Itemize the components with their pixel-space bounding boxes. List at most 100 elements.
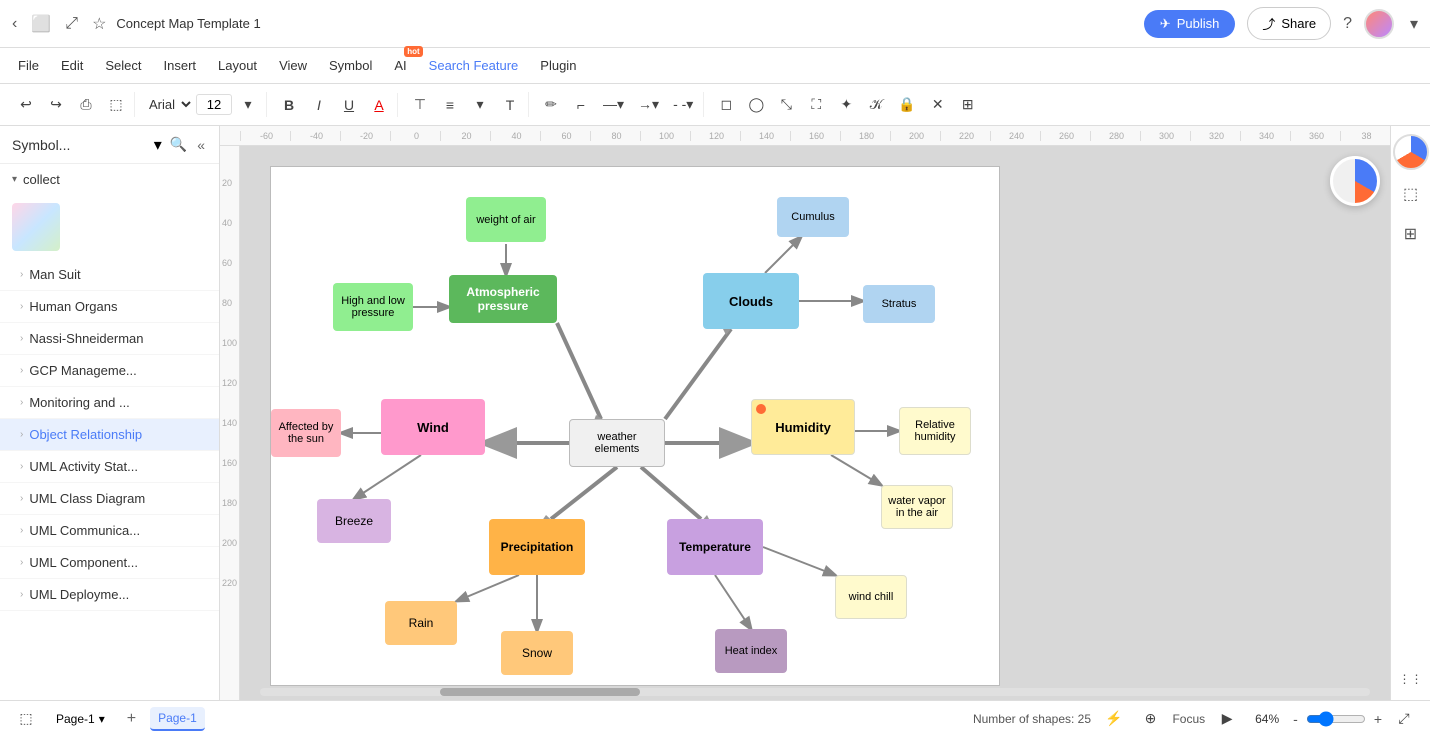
align-top-button[interactable]: ⊤ — [406, 92, 434, 117]
node-temperature[interactable]: Temperature — [667, 519, 763, 575]
menu-plugin[interactable]: Plugin — [530, 54, 586, 77]
node-humidity[interactable]: Humidity — [751, 399, 855, 455]
node-water-vapor[interactable]: water vapor in the air — [881, 485, 953, 529]
node-weight-air[interactable]: weight of air — [466, 197, 546, 242]
active-page-tab[interactable]: Page-1 — [150, 707, 205, 731]
zoom-slider[interactable] — [1306, 711, 1366, 727]
italic-button[interactable]: I — [305, 93, 333, 117]
color-circle[interactable] — [1393, 134, 1429, 170]
collect-section[interactable]: ▾ collect — [0, 164, 219, 195]
menu-symbol[interactable]: Symbol — [319, 54, 382, 77]
avatar[interactable] — [1364, 9, 1394, 39]
menu-select[interactable]: Select — [95, 54, 151, 77]
connector-tool[interactable]: ⌐ — [567, 93, 595, 117]
node-wind[interactable]: Wind — [381, 399, 485, 455]
menu-view[interactable]: View — [269, 54, 317, 77]
print-button[interactable]: ⎙ — [72, 92, 100, 117]
right-panel-btn3[interactable]: ⋮⋮ — [1393, 666, 1429, 692]
layers-button[interactable]: ⚡ — [1099, 706, 1128, 731]
window-icon[interactable]: ⬜ — [27, 10, 55, 38]
share-button[interactable]: ⤴ Share — [1247, 7, 1331, 40]
menu-file[interactable]: File — [8, 54, 49, 77]
canvas-scroll-area[interactable]: weight of air Atmospheric pressure High … — [240, 146, 1390, 700]
canvas-logo-button[interactable] — [1330, 156, 1380, 206]
resize-tool[interactable]: ⤡ — [772, 92, 800, 117]
node-relative-humidity[interactable]: Relative humidity — [899, 407, 971, 455]
inactive-page-tab[interactable]: Page-1 ▾ — [48, 708, 113, 730]
thumbnail-image[interactable] — [12, 203, 60, 251]
publish-button[interactable]: ✈ Publish — [1144, 10, 1236, 38]
help-button[interactable]: ? — [1343, 15, 1352, 33]
undo-button[interactable]: ↩ — [12, 92, 40, 117]
add-page-button[interactable]: + — [121, 708, 142, 730]
crop-tool[interactable]: ⛶ — [802, 92, 830, 117]
node-snow[interactable]: Snow — [501, 631, 573, 675]
text-style-button[interactable]: T — [496, 93, 524, 117]
line-pattern-btn[interactable]: - -▾ — [667, 92, 699, 117]
magic-tool[interactable]: ✦ — [832, 92, 860, 117]
sidebar-item-uml-communica[interactable]: › UML Communica... — [0, 515, 219, 547]
sidebar-item-uml-class[interactable]: › UML Class Diagram — [0, 483, 219, 515]
arrow-style-btn[interactable]: →▾ — [632, 92, 665, 117]
menu-edit[interactable]: Edit — [51, 54, 93, 77]
lock-tool[interactable]: 🔒 — [892, 92, 921, 117]
line-style-btn[interactable]: —▾ — [597, 92, 630, 117]
table-tool[interactable]: ⊞ — [954, 92, 982, 117]
sidebar-item-human-organs[interactable]: › Human Organs — [0, 291, 219, 323]
node-stratus[interactable]: Stratus — [863, 285, 935, 323]
sidebar-item-man-suit[interactable]: › Man Suit — [0, 259, 219, 291]
menu-ai[interactable]: AI — [384, 54, 416, 77]
sidebar-item-object-relationship[interactable]: › Object Relationship — [0, 419, 219, 451]
dropdown-button[interactable]: ▾ — [1406, 10, 1422, 38]
bold-button[interactable]: B — [275, 93, 303, 117]
sidebar-item-uml-deploy[interactable]: › UML Deployme... — [0, 579, 219, 611]
delete-tool[interactable]: ✕ — [924, 92, 952, 117]
sidebar-item-uml-activity[interactable]: › UML Activity Stat... — [0, 451, 219, 483]
sidebar-item-nassi[interactable]: › Nassi-Shneiderman — [0, 323, 219, 355]
preview-button[interactable]: ⬚ — [102, 92, 130, 117]
node-rain[interactable]: Rain — [385, 601, 457, 645]
horizontal-scrollbar[interactable] — [260, 688, 1370, 696]
node-heat-index[interactable]: Heat index — [715, 629, 787, 673]
back-button[interactable]: ‹ — [8, 11, 21, 37]
node-clouds[interactable]: Clouds — [703, 273, 799, 329]
sidebar-item-uml-component[interactable]: › UML Component... — [0, 547, 219, 579]
node-breeze[interactable]: Breeze — [317, 499, 391, 543]
shape-tool[interactable]: ◻ — [712, 92, 740, 117]
export-icon[interactable]: ⤢ — [61, 11, 82, 37]
node-cumulus[interactable]: Cumulus — [777, 197, 849, 237]
menu-search-feature[interactable]: Search Feature — [419, 54, 529, 77]
search-panel-button[interactable]: 🔍 — [168, 134, 189, 155]
focus-toggle[interactable]: ⊕ — [1136, 706, 1164, 731]
menu-insert[interactable]: Insert — [154, 54, 207, 77]
right-panel-btn1[interactable]: ⬚ — [1397, 178, 1424, 210]
node-high-low-pressure[interactable]: High and low pressure — [333, 283, 413, 331]
redo-button[interactable]: ↪ — [42, 92, 70, 117]
align-dropdown[interactable]: ▾ — [466, 92, 494, 117]
eyedrop-tool[interactable]: 𝒦 — [862, 92, 890, 117]
play-button[interactable]: ▶ — [1213, 706, 1241, 731]
node-affected-sun[interactable]: Affected by the sun — [271, 409, 341, 457]
node-weather-elements[interactable]: weather elements — [569, 419, 665, 467]
sidebar-item-gcp[interactable]: › GCP Manageme... — [0, 355, 219, 387]
node-atmospheric-pressure[interactable]: Atmospheric pressure — [449, 275, 557, 323]
canvas[interactable]: weight of air Atmospheric pressure High … — [270, 166, 1000, 686]
zoom-out-button[interactable]: - — [1289, 709, 1302, 729]
scrollbar-thumb[interactable] — [440, 688, 640, 696]
page-view-button[interactable]: ⬚ — [12, 706, 40, 731]
menu-layout[interactable]: Layout — [208, 54, 267, 77]
node-wind-chill[interactable]: wind chill — [835, 575, 907, 619]
font-size-input[interactable] — [196, 94, 232, 115]
fit-page-button[interactable]: ⤢ — [1390, 706, 1418, 731]
font-family-select[interactable]: Arial — [143, 94, 194, 115]
underline-button[interactable]: U — [335, 93, 363, 117]
node-precipitation[interactable]: Precipitation — [489, 519, 585, 575]
star-icon[interactable]: ☆ — [88, 10, 110, 38]
sidebar-item-monitoring[interactable]: › Monitoring and ... — [0, 387, 219, 419]
right-panel-btn2[interactable]: ⊞ — [1398, 218, 1423, 250]
ellipse-tool[interactable]: ◯ — [742, 92, 770, 117]
collapse-panel-button[interactable]: « — [195, 134, 207, 155]
draw-tool[interactable]: ✏ — [537, 92, 565, 117]
font-color-button[interactable]: A — [365, 93, 393, 117]
font-size-dropdown[interactable]: ▾ — [234, 92, 262, 117]
